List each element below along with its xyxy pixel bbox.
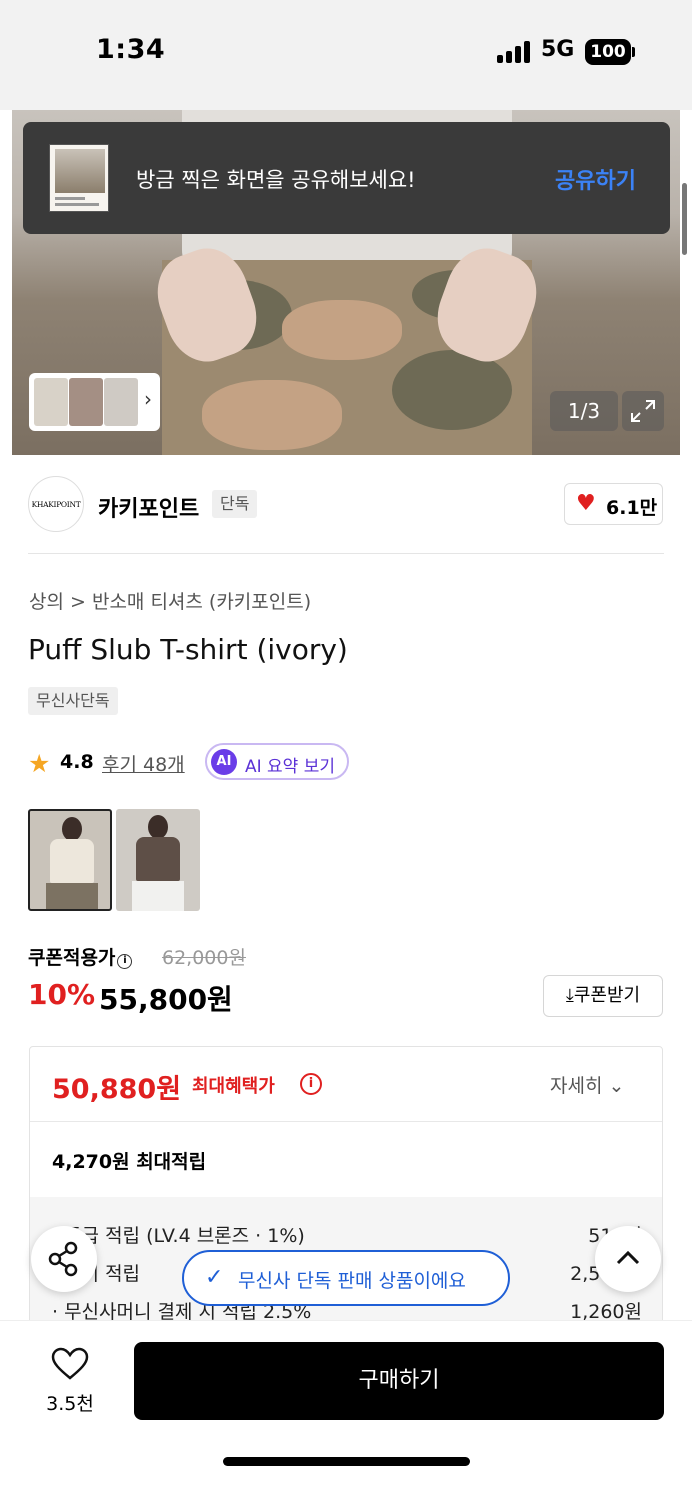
exclusive-badge: 무신사단독 bbox=[28, 687, 118, 715]
exclusive-notice-text: 무신사 단독 판매 상품이에요 bbox=[238, 1270, 466, 1292]
sale-price: 55,800원 bbox=[99, 983, 233, 1016]
screenshot-thumbnail[interactable] bbox=[49, 144, 109, 212]
brand-like-count: 6.1만 bbox=[606, 497, 658, 519]
image-counter: 1/3 bbox=[550, 391, 618, 431]
breadcrumb[interactable]: 상의 > 반소매 티셔츠 (카키포인트) bbox=[29, 587, 311, 614]
rating-value: 4.8 bbox=[60, 751, 94, 773]
ai-summary-label: AI 요약 보기 bbox=[245, 757, 336, 777]
scroll-top-button[interactable] bbox=[595, 1226, 661, 1292]
scrollbar[interactable] bbox=[682, 183, 687, 255]
ai-summary-button[interactable]: AI AI 요약 보기 bbox=[205, 743, 349, 780]
info-icon[interactable]: i bbox=[300, 1073, 322, 1095]
wishlist-count: 3.5천 bbox=[46, 1393, 94, 1415]
battery-icon: 100 bbox=[585, 39, 631, 65]
status-time: 1:34 bbox=[96, 34, 166, 65]
reviews-link[interactable]: 후기 48개 bbox=[102, 750, 185, 777]
heart-icon: ♥ bbox=[576, 491, 596, 516]
check-icon: ✓ bbox=[205, 1265, 224, 1290]
brand-logo[interactable]: KHAKIPOINT bbox=[28, 476, 84, 532]
bottom-action-bar: 3.5천 구매하기 bbox=[0, 1320, 692, 1500]
brand-like-button[interactable]: ♥ 6.1만 bbox=[564, 483, 663, 525]
color-swatch-ivory[interactable] bbox=[28, 809, 112, 911]
share-button-floating[interactable] bbox=[31, 1226, 97, 1292]
star-icon: ★ bbox=[28, 749, 51, 778]
battery-tip bbox=[632, 47, 635, 57]
brand-name[interactable]: 카키포인트 bbox=[98, 491, 199, 523]
max-benefit-label: 최대혜택가 bbox=[192, 1076, 275, 1097]
detail-toggle[interactable]: 자세히 ⌄ bbox=[550, 1071, 624, 1098]
discount-rate: 10% bbox=[28, 978, 96, 1011]
info-icon[interactable]: i bbox=[117, 954, 133, 969]
ai-icon: AI bbox=[211, 749, 237, 775]
home-indicator bbox=[223, 1457, 470, 1466]
brand-exclusive-badge: 단독 bbox=[212, 490, 258, 518]
hero-thumbnail-strip[interactable]: › bbox=[29, 373, 160, 431]
chevron-down-icon: ⌄ bbox=[608, 1075, 625, 1097]
heart-outline-icon bbox=[51, 1347, 89, 1380]
chevron-right-icon: › bbox=[144, 387, 152, 411]
product-title: Puff Slub T-shirt (ivory) bbox=[28, 633, 348, 666]
share-toast: 방금 찍은 화면을 공유해보세요! 공유하기 bbox=[23, 122, 670, 234]
detail-label: 자세히 bbox=[550, 1075, 603, 1097]
network-label: 5G bbox=[541, 37, 575, 62]
divider bbox=[30, 1121, 662, 1122]
share-button[interactable]: 공유하기 bbox=[555, 163, 636, 195]
brand-row: KHAKIPOINT 카키포인트 단독 ♥ 6.1만 bbox=[0, 455, 692, 555]
exclusive-notice-pill: ✓ 무신사 단독 판매 상품이에요 bbox=[182, 1250, 510, 1306]
expand-icon[interactable] bbox=[622, 391, 664, 431]
coupon-price-label: 쿠폰적용가 i bbox=[28, 943, 133, 970]
chevron-up-icon bbox=[616, 1250, 640, 1265]
get-coupon-button[interactable]: ⤓쿠폰받기 bbox=[543, 975, 663, 1017]
color-swatch-brown[interactable] bbox=[116, 809, 200, 911]
original-price: 62,000원 bbox=[162, 947, 246, 969]
status-bar: 1:34 5G 100 bbox=[0, 0, 692, 110]
get-coupon-label: 쿠폰받기 bbox=[573, 985, 641, 1006]
divider bbox=[28, 553, 664, 554]
buy-button[interactable]: 구매하기 bbox=[134, 1342, 664, 1420]
max-benefit-price: 50,880원 bbox=[52, 1074, 182, 1105]
download-icon: ⤓ bbox=[565, 985, 574, 1006]
toast-message: 방금 찍은 화면을 공유해보세요! bbox=[136, 168, 416, 192]
max-points: 4,270원 최대적립 bbox=[52, 1151, 207, 1173]
share-icon bbox=[48, 1241, 78, 1277]
signal-icon bbox=[497, 41, 531, 63]
wishlist-button[interactable]: 3.5천 bbox=[30, 1343, 110, 1423]
